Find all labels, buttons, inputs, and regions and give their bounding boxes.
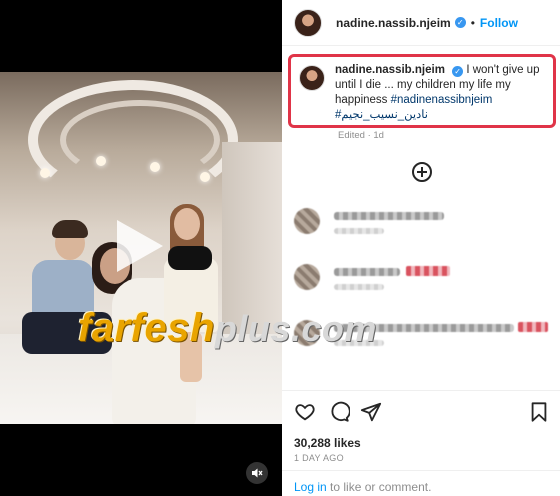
ceiling-lamp: [150, 162, 160, 172]
verified-badge-icon: ✓: [454, 17, 466, 28]
blurred-comment-meta: [334, 228, 384, 234]
paper-plane-icon[interactable]: [360, 401, 382, 423]
avatar: [294, 208, 320, 234]
play-icon[interactable]: [117, 220, 163, 272]
girl-bow: [168, 246, 212, 270]
caption-avatar[interactable]: [299, 65, 325, 91]
caption-highlight-box: nadine.nassib.njeim ✓ I won't give up un…: [288, 54, 556, 128]
login-prompt: Log in to like or comment.: [282, 470, 560, 496]
ceiling-lamp: [200, 172, 210, 182]
heart-icon[interactable]: [294, 401, 316, 423]
follow-button[interactable]: Follow: [480, 16, 518, 30]
edited-timestamp: Edited · 1d: [338, 130, 384, 141]
post-header: nadine.nassib.njeim ✓ • Follow: [282, 0, 560, 46]
login-link[interactable]: Log in: [294, 480, 327, 494]
plus-circle-icon[interactable]: [412, 162, 432, 182]
caption-username[interactable]: nadine.nassib.njeim: [335, 64, 445, 76]
watermark-logo: farfeshplus.com: [78, 306, 377, 351]
avatar: [294, 264, 320, 290]
post-panel: nadine.nassib.njeim ✓ • Follow nadine.na…: [282, 0, 560, 496]
blurred-emoji-row: [406, 266, 450, 276]
blurred-emoji-row: [518, 322, 548, 332]
watermark-part-2: plus.com: [214, 308, 377, 349]
speaker-muted-icon[interactable]: [246, 462, 268, 484]
girl-head: [174, 208, 200, 240]
verified-badge-icon: ✓: [452, 66, 464, 77]
list-item: [294, 206, 554, 242]
hashtag-link[interactable]: #nadinenassibnjeim: [391, 94, 493, 106]
video-player[interactable]: [0, 0, 282, 496]
ceiling-lamp: [40, 168, 50, 178]
like-count[interactable]: 30,288 likes: [294, 436, 361, 450]
ceiling-decor-inner: [60, 100, 220, 180]
ceiling-lamp: [96, 156, 106, 166]
blurred-comment-text: [334, 268, 400, 276]
action-bar: [282, 390, 560, 432]
hashtag-link-arabic[interactable]: #نادين_نسيب_نجيم: [335, 109, 428, 121]
blurred-comment-text: [334, 212, 444, 220]
comment-bubble-icon[interactable]: [328, 401, 350, 423]
boy-hair: [52, 220, 88, 238]
avatar[interactable]: [294, 8, 322, 37]
blurred-comment-meta: [334, 284, 384, 290]
post-timestamp: 1 DAY AGO: [294, 453, 344, 463]
login-prompt-text: to like or comment.: [326, 480, 432, 494]
list-item: [294, 262, 554, 298]
header-username[interactable]: nadine.nassib.njeim: [336, 16, 451, 30]
separator-dot: •: [470, 15, 475, 30]
watermark-part-1: farfesh: [78, 306, 215, 350]
bookmark-icon[interactable]: [528, 401, 550, 423]
